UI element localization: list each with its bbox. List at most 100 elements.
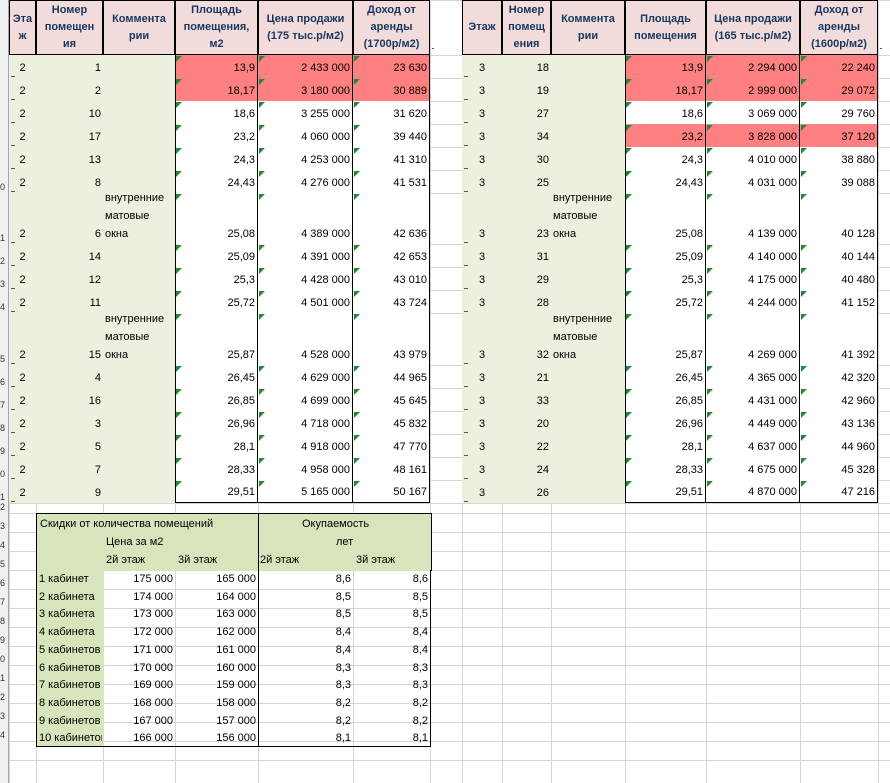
cell-area[interactable]: 18,6 xyxy=(175,101,258,124)
cell-price[interactable]: 4 449 000 xyxy=(706,411,800,434)
discount-row-label[interactable]: 4 кабинета xyxy=(37,623,102,641)
payback-floor3-cell[interactable]: 8,2 xyxy=(353,712,430,730)
discount-row-label[interactable]: 5 кабинетов xyxy=(37,641,102,659)
cell-comment[interactable] xyxy=(551,457,625,480)
payback-floor3-cell[interactable]: 8,1 xyxy=(353,729,430,747)
cell-num[interactable]: 1 xyxy=(36,55,103,78)
cell-num[interactable]: 29 xyxy=(502,267,551,290)
cell-rent[interactable]: 42 960 xyxy=(800,388,878,411)
cell-floor[interactable]: 2 xyxy=(9,244,36,267)
price-floor3-cell[interactable]: 157 000 xyxy=(175,712,258,730)
discount-row-label[interactable]: 1 кабинет xyxy=(37,570,102,588)
cell-num[interactable]: 24 xyxy=(502,457,551,480)
cell-price[interactable]: 4 365 000 xyxy=(706,365,800,388)
payback-floor3-cell[interactable]: 8,6 xyxy=(353,570,430,588)
cell-num[interactable]: 21 xyxy=(502,365,551,388)
cell-comment[interactable] xyxy=(103,290,175,313)
cell-area[interactable]: 25,09 xyxy=(625,244,706,267)
cell-comment[interactable] xyxy=(103,244,175,267)
row-number[interactable]: 0 xyxy=(0,654,8,665)
cell-comment[interactable] xyxy=(551,244,625,267)
cell-comment[interactable] xyxy=(551,434,625,457)
cell-area[interactable]: 26,96 xyxy=(625,411,706,434)
cell-rent[interactable]: 42 636 xyxy=(353,193,430,244)
cell-price[interactable]: 4 139 000 xyxy=(706,193,800,244)
cell-num[interactable]: 3 xyxy=(36,411,103,434)
cell-area[interactable]: 18,17 xyxy=(625,78,706,101)
cell-comment[interactable]: внутренние матовые окна xyxy=(103,313,175,365)
cell-area[interactable]: 28,33 xyxy=(625,457,706,480)
cell-rent[interactable]: 22 240 xyxy=(800,55,878,78)
cell-num[interactable]: 33 xyxy=(502,388,551,411)
price-floor3-cell[interactable]: 160 000 xyxy=(175,659,258,677)
discount-row-label[interactable]: 10 кабинетов xyxy=(37,729,102,747)
cell-comment[interactable]: внутренние матовые окна xyxy=(551,313,625,365)
cell-floor[interactable]: 2 xyxy=(9,313,36,365)
cell-floor[interactable]: 2 xyxy=(9,434,36,457)
cell-num[interactable]: 16 xyxy=(36,388,103,411)
row-number[interactable]: 3 xyxy=(0,521,8,532)
cell-area[interactable]: 18,6 xyxy=(625,101,706,124)
cell-price[interactable]: 2 433 000 xyxy=(258,55,353,78)
price-floor3-cell[interactable]: 165 000 xyxy=(175,570,258,588)
cell-area[interactable]: 25,08 xyxy=(625,193,706,244)
cell-area[interactable]: 24,3 xyxy=(175,147,258,170)
payback-floor3-cell[interactable]: 8,3 xyxy=(353,659,430,677)
cell-rent[interactable]: 38 880 xyxy=(800,147,878,170)
payback-floor3-cell[interactable]: 8,5 xyxy=(353,588,430,606)
price-floor2-cell[interactable]: 173 000 xyxy=(103,605,175,623)
cell-price[interactable]: 4 718 000 xyxy=(258,411,353,434)
cell-price[interactable]: 4 675 000 xyxy=(706,457,800,480)
row-number[interactable]: 8 xyxy=(0,616,8,627)
cell-area[interactable]: 24,3 xyxy=(625,147,706,170)
cell-area[interactable]: 13,9 xyxy=(175,55,258,78)
payback-floor2-cell[interactable]: 8,2 xyxy=(259,694,353,712)
price-floor3-cell[interactable]: 164 000 xyxy=(175,588,258,606)
cell-num[interactable]: 10 xyxy=(36,101,103,124)
price-floor2-cell[interactable]: 170 000 xyxy=(103,659,175,677)
cell-price[interactable]: 4 010 000 xyxy=(706,147,800,170)
cell-num[interactable]: 32 xyxy=(502,313,551,365)
cell-price[interactable]: 4 244 000 xyxy=(706,290,800,313)
cell-comment[interactable] xyxy=(551,480,625,503)
cell-comment[interactable] xyxy=(551,388,625,411)
payback-floor2-cell[interactable]: 8,6 xyxy=(259,570,353,588)
cell-num[interactable]: 20 xyxy=(502,411,551,434)
discount-row-label[interactable]: 2 кабинета xyxy=(37,588,102,606)
payback-floor2-cell[interactable]: 8,4 xyxy=(259,623,353,641)
row-number[interactable]: 5 xyxy=(0,354,8,365)
payback-floor3-cell[interactable]: 8,4 xyxy=(353,641,430,659)
cell-floor[interactable]: 3 xyxy=(462,457,502,480)
cell-price[interactable]: 4 389 000 xyxy=(258,193,353,244)
row-number[interactable]: 4 xyxy=(0,302,8,313)
cell-area[interactable]: 28,1 xyxy=(175,434,258,457)
cell-comment[interactable] xyxy=(103,480,175,503)
cell-price[interactable]: 4 528 000 xyxy=(258,313,353,365)
cell-area[interactable]: 13,9 xyxy=(625,55,706,78)
price-floor2-cell[interactable]: 171 000 xyxy=(103,641,175,659)
cell-area[interactable]: 23,2 xyxy=(625,124,706,147)
cell-num[interactable]: 2 xyxy=(36,78,103,101)
cell-comment[interactable] xyxy=(551,170,625,193)
cell-rent[interactable]: 43 979 xyxy=(353,313,430,365)
cell-floor[interactable]: 2 xyxy=(9,290,36,313)
row-number[interactable]: 1 xyxy=(0,233,8,244)
row-number[interactable]: 3 xyxy=(0,279,8,290)
payback-floor3-cell[interactable]: 8,4 xyxy=(353,623,430,641)
cell-comment[interactable] xyxy=(551,55,625,78)
cell-price[interactable]: 4 958 000 xyxy=(258,457,353,480)
cell-num[interactable]: 12 xyxy=(36,267,103,290)
cell-price[interactable]: 4 428 000 xyxy=(258,267,353,290)
cell-num[interactable]: 31 xyxy=(502,244,551,267)
cell-num[interactable]: 19 xyxy=(502,78,551,101)
cell-rent[interactable]: 31 620 xyxy=(353,101,430,124)
discount-row-label[interactable]: 7 кабинетов xyxy=(37,676,102,694)
cell-floor[interactable]: 3 xyxy=(462,147,502,170)
cell-rent[interactable]: 29 072 xyxy=(800,78,878,101)
row-number[interactable]: 2 xyxy=(0,692,8,703)
cell-area[interactable]: 25,3 xyxy=(625,267,706,290)
cell-num[interactable]: 17 xyxy=(36,124,103,147)
cell-num[interactable]: 25 xyxy=(502,170,551,193)
cell-area[interactable]: 25,08 xyxy=(175,193,258,244)
cell-comment[interactable] xyxy=(551,290,625,313)
